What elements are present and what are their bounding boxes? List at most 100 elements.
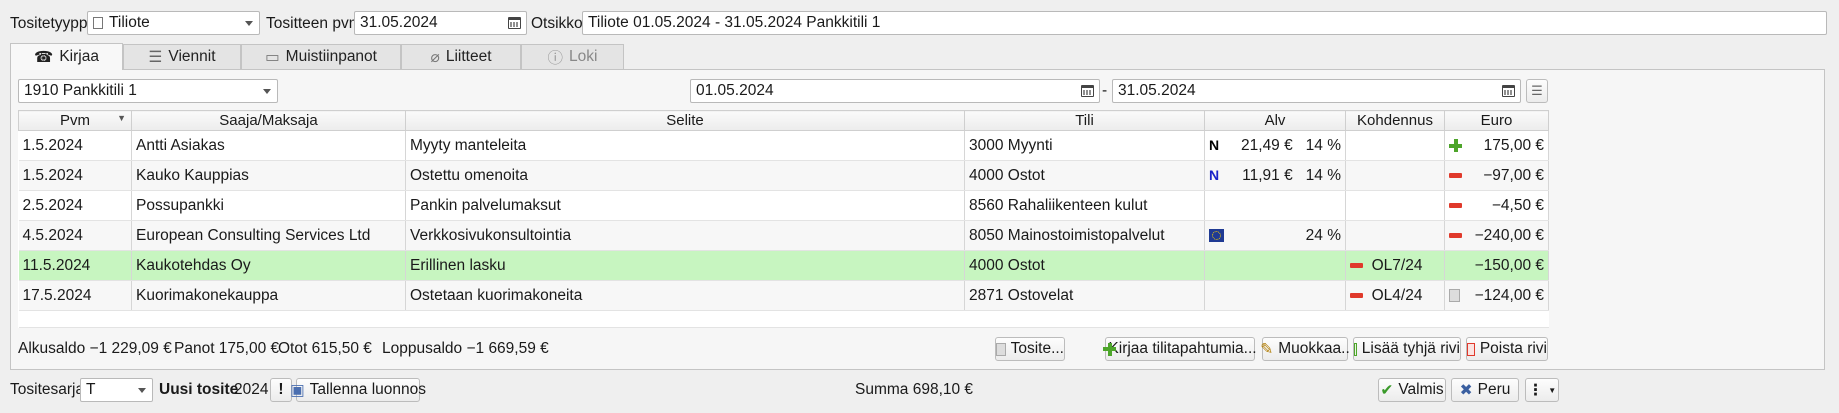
cell-party[interactable]: Antti Asiakas (131, 130, 406, 161)
sum-total: Summa 698,10 € (855, 381, 974, 398)
cell-target[interactable] (1345, 220, 1445, 251)
cell-euro[interactable]: −150,00 € (1444, 250, 1549, 281)
title-field[interactable]: Tiliote 01.05.2024 - 31.05.2024 Pankkiti… (582, 11, 1827, 35)
column-header-kohdennus[interactable]: Kohdennus (1345, 110, 1445, 131)
cell-description[interactable]: Verkkosivukonsultointia (405, 220, 965, 251)
cell-euro[interactable]: −4,50 € (1444, 190, 1549, 221)
empty-row (18, 310, 1549, 328)
calendar-icon[interactable] (1502, 85, 1515, 97)
record-events-button[interactable]: Kirjaa tilitapahtumia... (1103, 337, 1257, 361)
cell-date[interactable]: 2.5.2024 (18, 190, 132, 221)
cell-account[interactable]: 8050 Mainostoimistopalvelut (964, 220, 1205, 251)
table-row[interactable]: 1.5.2024 Antti Asiakas Myyty manteleita … (18, 130, 1549, 161)
cell-party[interactable]: Kaukotehdas Oy (131, 250, 406, 281)
add-empty-row-button[interactable]: Lisää tyhjä rivi (1353, 337, 1461, 361)
cell-account[interactable]: 4000 Ostot (964, 160, 1205, 191)
table-row[interactable]: 2.5.2024 Possupankki Pankin palvelumaksu… (18, 190, 1549, 221)
cell-date[interactable]: 4.5.2024 (18, 220, 132, 251)
withdrawals: Otot 615,50 € (278, 340, 372, 357)
cell-euro[interactable]: −97,00 € (1444, 160, 1549, 191)
list-icon: ☰ (1531, 83, 1543, 98)
column-settings-button[interactable]: ☰ (1526, 79, 1548, 103)
table-row[interactable]: 11.5.2024 Kaukotehdas Oy Erillinen lasku… (18, 250, 1549, 281)
button-label: Tallenna luonnos (309, 381, 426, 398)
cell-account[interactable]: 4000 Ostot (964, 250, 1205, 281)
voucher-year: 2024 (234, 381, 269, 398)
cell-vat[interactable]: N 11,91 € 14 % (1204, 160, 1346, 191)
start-date-field[interactable]: 01.05.2024 (690, 79, 1100, 103)
calendar-icon[interactable] (1081, 85, 1094, 97)
tab-liitteet[interactable]: ⌀ Liitteet (401, 44, 521, 69)
cell-date[interactable]: 11.5.2024 (18, 250, 132, 281)
cell-target[interactable]: OL7/24 (1345, 250, 1445, 281)
cell-target[interactable] (1345, 160, 1445, 191)
vat-amount: 21,49 € (1241, 136, 1293, 154)
voucher-button[interactable]: Tosite... (995, 337, 1065, 361)
cell-vat[interactable] (1204, 190, 1346, 221)
table-row[interactable]: 1.5.2024 Kauko Kauppias Ostettu omenoita… (18, 160, 1549, 191)
cell-vat[interactable] (1204, 280, 1346, 311)
ok-button[interactable]: ✔ Valmis (1378, 378, 1446, 402)
cell-vat[interactable]: 24 % (1204, 220, 1346, 251)
cell-vat[interactable] (1204, 250, 1346, 281)
delete-row-button[interactable]: Poista rivi (1466, 337, 1548, 361)
cell-date[interactable]: 1.5.2024 (18, 160, 132, 191)
edit-button[interactable]: ✎ Muokkaa.. (1260, 337, 1350, 361)
voucher-date-field[interactable]: 31.05.2024 (354, 11, 527, 35)
table-header-row: Pvm ▼ Saaja/Maksaja Selite Tili Alv Kohde… (18, 110, 1549, 131)
cell-party[interactable]: Possupankki (131, 190, 406, 221)
euro-value: −124,00 € (1474, 286, 1544, 304)
more-menu-button[interactable]: ⋮ ▼ (1525, 378, 1559, 402)
column-header-tili[interactable]: Tili (964, 110, 1205, 131)
account-value: 1910 Pankkitili 1 (24, 82, 137, 99)
account-select[interactable]: 1910 Pankkitili 1 (18, 79, 278, 103)
warning-button[interactable]: ! (270, 378, 292, 402)
series-select[interactable]: T (80, 378, 153, 402)
end-balance: Loppusaldo −1 669,59 € (382, 340, 549, 357)
cell-euro[interactable]: −240,00 € (1444, 220, 1549, 251)
list-icon: ☰ (148, 48, 163, 66)
column-header-alv[interactable]: Alv (1204, 110, 1346, 131)
cell-target[interactable]: OL4/24 (1345, 280, 1445, 311)
cell-date[interactable]: 1.5.2024 (18, 130, 132, 161)
button-label: Poista rivi (1479, 340, 1547, 357)
calendar-icon[interactable] (508, 17, 521, 29)
cell-account[interactable]: 8560 Rahaliikenteen kulut (964, 190, 1205, 221)
cell-description[interactable]: Myyty manteleita (405, 130, 965, 161)
cell-party[interactable]: Kauko Kauppias (131, 160, 406, 191)
cell-target[interactable] (1345, 190, 1445, 221)
start-date-value: 01.05.2024 (696, 82, 774, 99)
tab-loki[interactable]: ⓘ Loki (521, 44, 624, 69)
cell-target[interactable] (1345, 130, 1445, 161)
table-row[interactable]: 4.5.2024 European Consulting Services Lt… (18, 220, 1549, 251)
cell-description[interactable]: Erillinen lasku (405, 250, 965, 281)
column-header-pvm[interactable]: Pvm ▼ (18, 110, 132, 131)
cell-description[interactable]: Pankin palvelumaksut (405, 190, 965, 221)
series-value: T (86, 381, 96, 398)
cell-description[interactable]: Ostettu omenoita (405, 160, 965, 191)
end-date-field[interactable]: 31.05.2024 (1112, 79, 1521, 103)
cell-date[interactable]: 17.5.2024 (18, 280, 132, 311)
checkmark-icon: ✔ (1380, 381, 1394, 399)
tab-label: Liitteet (445, 48, 492, 65)
voucher-type-label: Tositetyyppi (10, 15, 91, 32)
save-draft-button[interactable]: ▣ Tallenna luonnos (290, 378, 426, 402)
cell-description[interactable]: Ostetaan kuorimakoneita (405, 280, 965, 311)
table-row[interactable]: 17.5.2024 Kuorimakonekauppa Ostetaan kuo… (18, 280, 1549, 311)
tab-muistiinpanot[interactable]: ▭ Muistiinpanot (241, 44, 401, 69)
target-value: OL4/24 (1371, 286, 1423, 304)
column-header-euro[interactable]: Euro (1444, 110, 1549, 131)
cell-euro[interactable]: 175,00 € (1444, 130, 1549, 161)
tab-kirjaa[interactable]: ☎ Kirjaa (10, 43, 123, 70)
cell-party[interactable]: European Consulting Services Ltd (131, 220, 406, 251)
cell-euro[interactable]: −124,00 € (1444, 280, 1549, 311)
cell-account[interactable]: 3000 Myynti (964, 130, 1205, 161)
tab-viennit[interactable]: ☰ Viennit (123, 44, 241, 69)
cancel-button[interactable]: ✖ Peru (1451, 378, 1519, 402)
voucher-type-select[interactable]: Tiliote (87, 11, 260, 35)
column-header-saaja[interactable]: Saaja/Maksaja (131, 110, 406, 131)
column-header-selite[interactable]: Selite (405, 110, 965, 131)
cell-vat[interactable]: N 21,49 € 14 % (1204, 130, 1346, 161)
cell-account[interactable]: 2871 Ostovelat (964, 280, 1205, 311)
cell-party[interactable]: Kuorimakonekauppa (131, 280, 406, 311)
